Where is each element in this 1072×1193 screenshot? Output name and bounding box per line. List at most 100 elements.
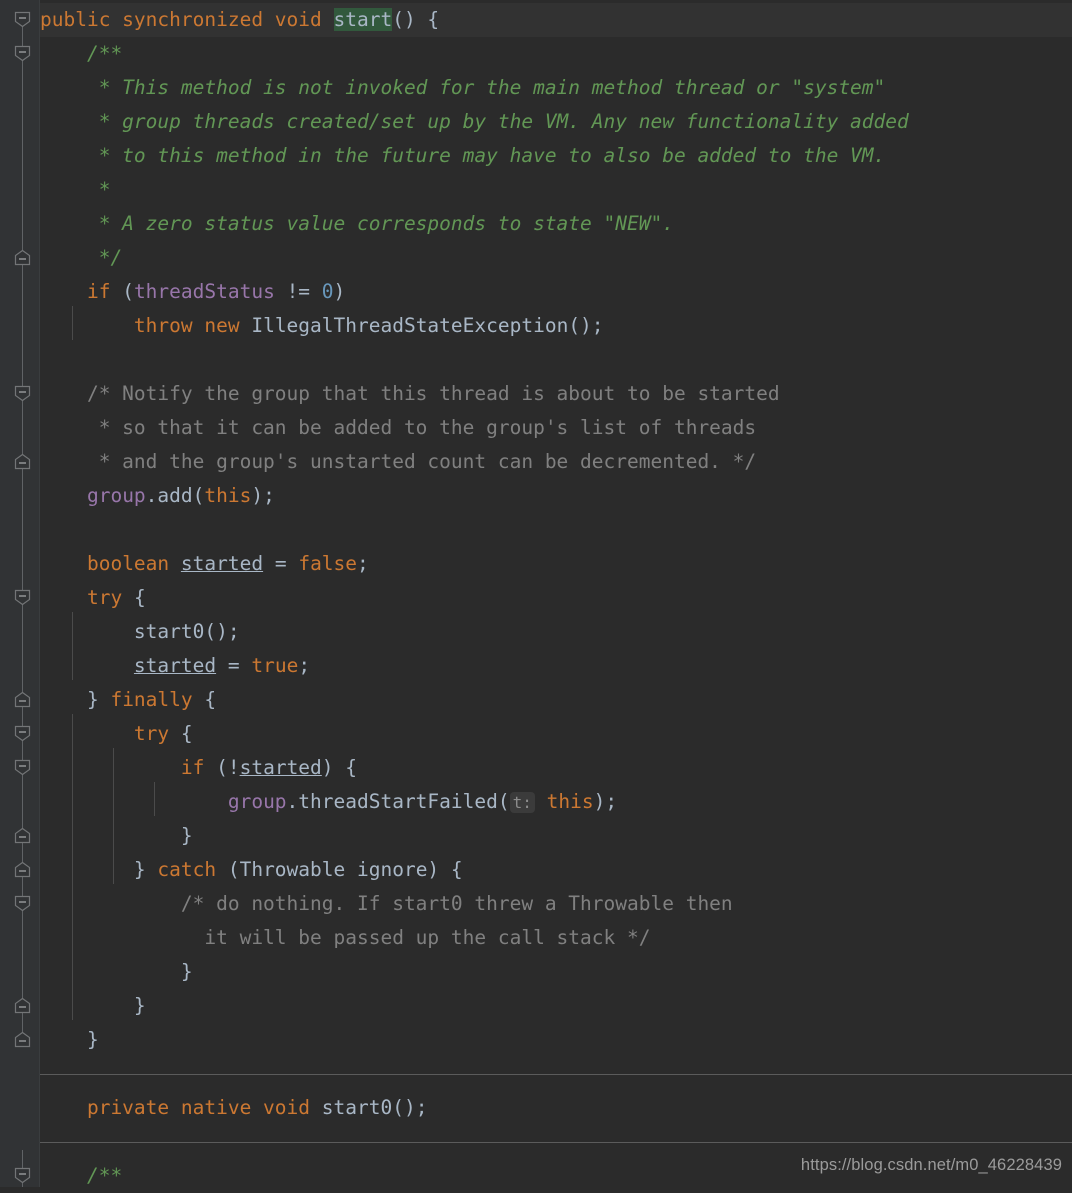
code-line[interactable]: } catch (Throwable ignore) { (40, 853, 463, 887)
code-surface[interactable]: public synchronized void start() { /** *… (40, 0, 1072, 1187)
gutter-fold-column[interactable] (0, 0, 40, 1187)
code-token: } (40, 994, 146, 1017)
code-token: } (40, 960, 193, 983)
fold-region-start-icon[interactable] (14, 11, 31, 28)
code-editor[interactable]: public synchronized void start() { /** *… (0, 0, 1072, 1187)
code-token: * A zero status value corresponds to sta… (40, 212, 674, 235)
code-line[interactable]: * to this method in the future may have … (40, 139, 886, 173)
code-line[interactable]: start0(); (40, 615, 240, 649)
code-line[interactable]: * group threads created/set up by the VM… (40, 105, 909, 139)
code-token: if (86, 280, 111, 303)
code-token: /* do nothing. If start0 threw a Throwab… (40, 892, 733, 915)
code-token: this (546, 790, 594, 813)
code-token: != (274, 280, 322, 303)
code-line[interactable]: } (40, 989, 146, 1023)
csdn-watermark: https://blog.csdn.net/m0_46228439 (800, 1156, 1062, 1174)
code-token: = (216, 654, 252, 677)
code-line[interactable]: /* Notify the group that this thread is … (40, 377, 780, 411)
code-line[interactable]: it will be passed up the call stack */ (40, 921, 650, 955)
fold-region-start-icon[interactable] (14, 385, 31, 402)
code-token: if (180, 756, 205, 779)
code-token: started (180, 552, 264, 575)
code-line[interactable]: public synchronized void start() { (40, 3, 439, 37)
code-token: threadStatus (133, 280, 275, 303)
code-token: private native void (40, 1096, 311, 1119)
code-line[interactable]: if (threadStatus != 0) (40, 275, 345, 309)
code-line[interactable]: if (!started) { (40, 751, 357, 785)
fold-region-start-icon[interactable] (14, 589, 31, 606)
code-line[interactable]: try { (40, 581, 146, 615)
code-line[interactable]: * (40, 173, 111, 207)
fold-region-end-icon[interactable] (14, 691, 31, 708)
code-line[interactable]: * This method is not invoked for the mai… (40, 71, 886, 105)
code-token: } (40, 1028, 99, 1051)
code-token: (Throwable ignore) { (216, 858, 463, 881)
code-token: /** (40, 1164, 123, 1187)
fold-region-end-icon[interactable] (14, 1031, 31, 1048)
code-token: } (40, 858, 158, 881)
code-line[interactable]: } (40, 955, 193, 989)
fold-region-start-icon[interactable] (14, 759, 31, 776)
code-line[interactable]: boolean started = false; (40, 547, 369, 581)
fold-region-end-icon[interactable] (14, 827, 31, 844)
code-token: false (298, 552, 358, 575)
code-token: try (133, 722, 170, 745)
code-line[interactable]: group.threadStartFailed(t: this); (40, 785, 617, 819)
code-token: * (40, 178, 111, 201)
code-token: finally (110, 688, 193, 711)
code-line[interactable]: * A zero status value corresponds to sta… (40, 207, 674, 241)
code-line[interactable]: */ (40, 241, 123, 275)
code-line[interactable]: } (40, 819, 193, 853)
code-line[interactable]: try { (40, 717, 193, 751)
parameter-hint-badge[interactable]: t: (509, 792, 535, 813)
code-token: .threadStartFailed( (286, 790, 510, 813)
fold-region-start-icon[interactable] (14, 45, 31, 62)
code-line[interactable]: /* do nothing. If start0 threw a Throwab… (40, 887, 733, 921)
fold-region-end-icon[interactable] (14, 453, 31, 470)
code-line[interactable]: } (40, 1023, 99, 1057)
editor-gutter[interactable] (0, 0, 40, 1187)
code-token: IllegalThreadStateException(); (239, 314, 604, 337)
code-token: throw new (133, 314, 240, 337)
code-token: (! (204, 756, 240, 779)
code-line[interactable]: throw new IllegalThreadStateException(); (40, 309, 604, 343)
code-token: /** (40, 42, 123, 65)
fold-region-start-icon[interactable] (14, 1167, 31, 1184)
code-token: ); (593, 790, 618, 813)
code-token: { (122, 586, 146, 609)
code-token: true (251, 654, 299, 677)
code-line[interactable]: started = true; (40, 649, 310, 683)
code-token: group (227, 790, 287, 813)
code-token: */ (40, 246, 123, 269)
code-line[interactable]: group.add(this); (40, 479, 275, 513)
fold-region-end-icon[interactable] (14, 861, 31, 878)
code-token: catch (157, 858, 217, 881)
code-token: it will be passed up the call stack */ (40, 926, 651, 949)
fold-region-start-icon[interactable] (14, 895, 31, 912)
code-token: * so that it can be added to the group's… (40, 416, 757, 439)
fold-region-end-icon[interactable] (14, 997, 31, 1014)
fold-region-start-icon[interactable] (14, 725, 31, 742)
code-token: start0(); (310, 1096, 428, 1119)
code-token: * This method is not invoked for the mai… (40, 76, 886, 99)
code-token: } (40, 824, 193, 847)
code-token: group (86, 484, 146, 507)
code-line[interactable]: * so that it can be added to the group's… (40, 411, 756, 445)
code-line[interactable]: /** (40, 1159, 122, 1193)
code-token: ); (251, 484, 275, 507)
fold-region-end-icon[interactable] (14, 249, 31, 266)
code-line[interactable]: * and the group's unstarted count can be… (40, 445, 756, 479)
code-line[interactable]: /** (40, 37, 122, 71)
code-line[interactable]: private native void start0(); (40, 1091, 427, 1125)
code-token: started (239, 756, 322, 779)
code-token: ; (298, 654, 311, 677)
code-token: = (263, 552, 299, 575)
code-token: boolean (86, 552, 170, 575)
code-line[interactable]: } finally { (40, 683, 216, 717)
code-token: ) (333, 280, 346, 303)
code-token: .add( (145, 484, 205, 507)
